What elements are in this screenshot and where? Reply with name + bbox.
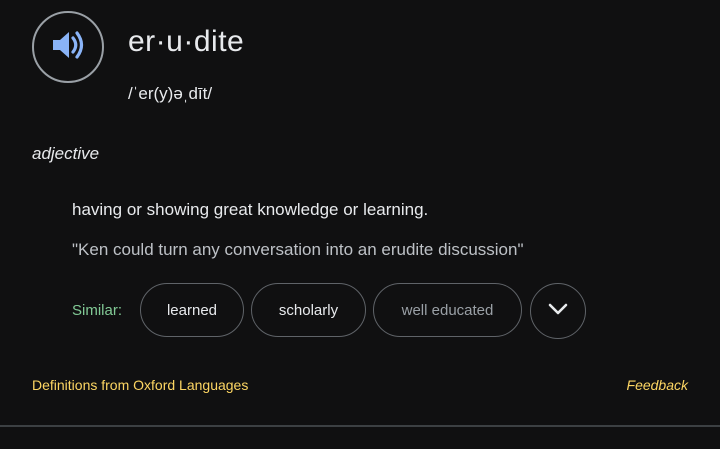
oxford-languages-link[interactable]: Definitions from Oxford Languages	[32, 375, 248, 395]
chevron-down-icon	[547, 302, 569, 321]
expand-similar-button[interactable]	[530, 283, 586, 339]
feedback-link[interactable]: Feedback	[627, 375, 688, 395]
section-divider	[0, 425, 720, 427]
similar-label: Similar:	[72, 302, 123, 319]
speaker-icon	[50, 27, 86, 68]
similar-chip-well-educated[interactable]: well educated	[373, 283, 522, 337]
example-sentence: "Ken could turn any conversation into an…	[72, 240, 524, 259]
similar-chip-learned[interactable]: learned	[140, 283, 244, 337]
phonetic-spelling: /ˈer(y)əˌdīt/	[128, 84, 213, 103]
similar-chip-scholarly[interactable]: scholarly	[251, 283, 366, 337]
definition-text: having or showing great knowledge or lea…	[72, 200, 429, 219]
headword: er·u·dite	[128, 25, 245, 58]
pronunciation-button[interactable]	[32, 11, 104, 83]
part-of-speech: adjective	[32, 144, 100, 163]
